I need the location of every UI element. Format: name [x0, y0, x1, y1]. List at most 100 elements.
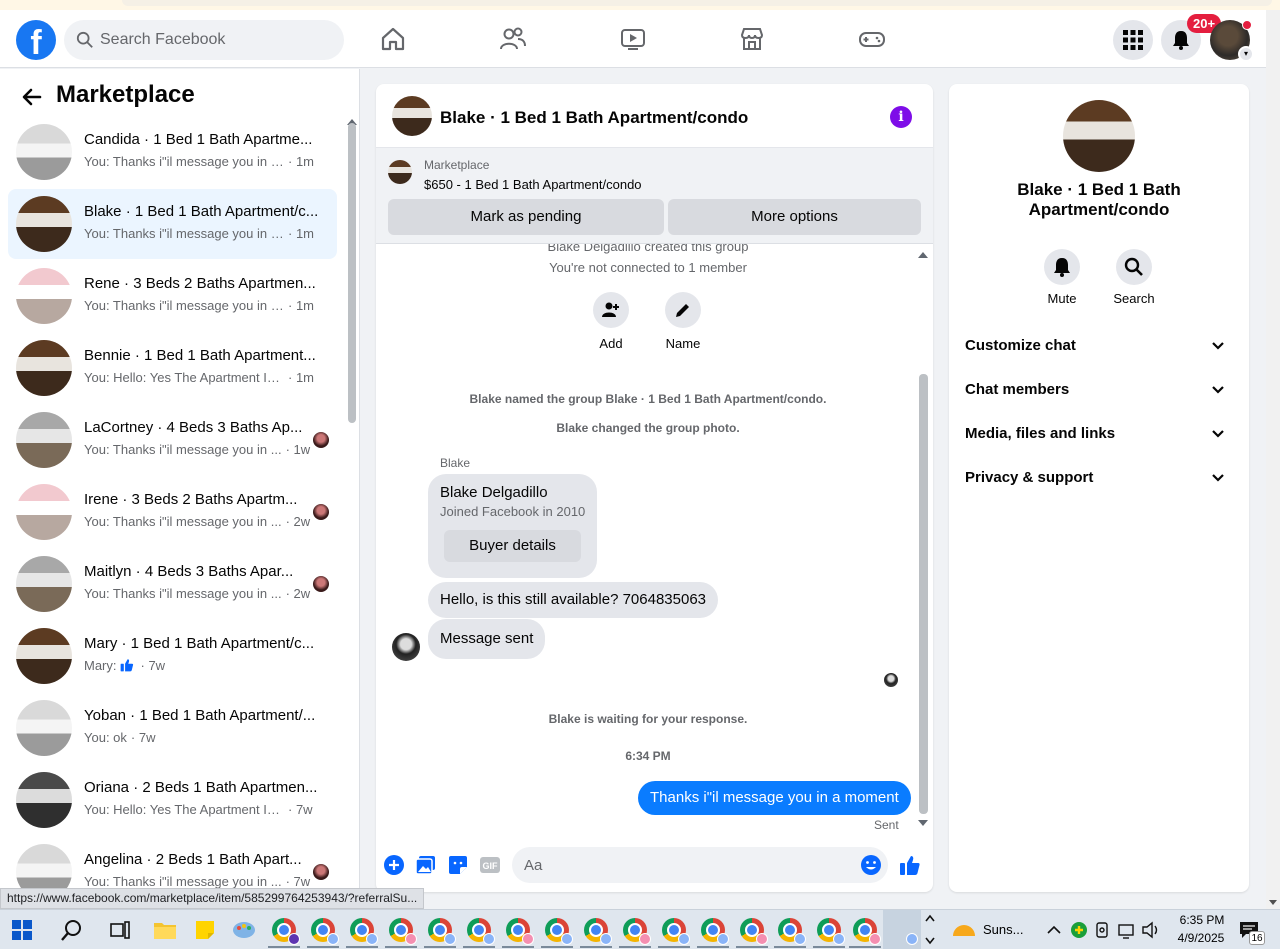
chrome-window-icon[interactable] [740, 918, 768, 945]
conversation-item[interactable]: Oriana · 2 Beds 1 Bath Apartmen... You: H… [8, 765, 337, 835]
not-connected-notice: You're not connected to 1 member [549, 260, 747, 275]
home-icon[interactable] [378, 24, 408, 54]
chat-title[interactable]: Blake · 1 Bed 1 Bath Apartment/condo [440, 108, 748, 128]
chrome-window-icon[interactable] [817, 918, 845, 945]
friends-icon[interactable] [498, 24, 528, 54]
customize-chat-section[interactable]: Customize chat [965, 330, 1233, 362]
listing-price-title[interactable]: $650 - 1 Bed 1 Bath Apartment/condo [424, 177, 642, 192]
tray-app-icon[interactable] [1070, 918, 1088, 942]
chrome-window-icon[interactable] [389, 918, 417, 945]
chrome-profile-badge [600, 933, 612, 945]
incoming-message[interactable]: Hello, is this still available? 70648350… [428, 582, 719, 618]
watch-icon[interactable] [618, 24, 648, 54]
mute-button[interactable]: Mute [1032, 249, 1092, 306]
back-arrow-icon[interactable] [20, 85, 44, 109]
conversation-item[interactable]: Mary · 1 Bed 1 Bath Apartment/c... Mary: ·… [8, 621, 337, 691]
conversation-item[interactable]: Bennie · 1 Bed 1 Bath Apartment... You: H… [8, 333, 337, 403]
taskbar-scroll-arrows[interactable] [925, 912, 935, 948]
add-member-button[interactable]: Add [581, 292, 641, 351]
group-photo[interactable] [1063, 100, 1135, 172]
chrome-window-icon[interactable] [584, 918, 612, 945]
add-person-icon [602, 302, 619, 317]
conversation-item[interactable]: Yoban · 1 Bed 1 Bath Apartment/... You: o… [8, 693, 337, 763]
volume-icon[interactable] [1141, 918, 1161, 942]
media-files-links-section[interactable]: Media, files and links [965, 418, 1233, 450]
photo-icon[interactable] [415, 854, 437, 876]
chrome-window-icon[interactable] [272, 918, 300, 945]
chrome-window-icon[interactable] [662, 918, 690, 945]
weather-text[interactable]: Suns... [983, 922, 1023, 937]
sender-avatar[interactable] [392, 633, 420, 661]
marketplace-icon[interactable] [737, 24, 767, 54]
conversation-item[interactable]: LaCortney · 4 Beds 3 Baths Ap... You: Tha… [8, 405, 337, 475]
info-icon[interactable]: i [890, 106, 912, 128]
message-input[interactable] [512, 847, 888, 883]
chrome-window-icon[interactable] [545, 918, 573, 945]
chrome-profile-badge [869, 933, 881, 945]
conversation-time: · 1m [288, 298, 314, 313]
search-in-chat-button[interactable]: Search [1104, 249, 1164, 306]
listing-thumbnail[interactable] [388, 160, 412, 184]
chat-scroll-down-arrow[interactable] [918, 820, 928, 826]
search-box[interactable] [64, 20, 344, 60]
file-explorer-icon[interactable] [153, 918, 177, 942]
chrome-window-icon[interactable] [467, 918, 495, 945]
chrome-window-icon[interactable] [623, 918, 651, 945]
conversation-item[interactable]: Blake · 1 Bed 1 Bath Apartment/c... You: … [8, 189, 337, 259]
chrome-window-icon[interactable] [350, 918, 378, 945]
network-icon[interactable] [1117, 918, 1137, 942]
clock-date[interactable]: 4/9/2025 [1170, 931, 1232, 945]
chrome-window-icon[interactable] [311, 918, 339, 945]
mark-as-pending-button[interactable]: Mark as pending [388, 199, 664, 235]
chrome-profile-badge [288, 933, 300, 945]
conversation-name: Rene · 3 Beds 2 Baths Apartmen... [84, 275, 316, 292]
windows-start-icon[interactable] [12, 920, 32, 940]
incoming-message[interactable]: Message sent [428, 619, 546, 659]
conversation-preview: You: Thanks i"il message you in a ... · 1… [84, 154, 320, 169]
scroll-down-arrow[interactable] [1269, 900, 1277, 905]
chevron-up-icon[interactable] [1046, 918, 1062, 942]
sticker-icon[interactable] [447, 854, 469, 876]
chrome-window-icon[interactable] [428, 918, 456, 945]
task-view-icon[interactable] [108, 918, 132, 942]
weather-sun-icon[interactable] [952, 918, 976, 942]
chrome-window-icon[interactable] [853, 918, 881, 945]
facebook-logo[interactable]: f [16, 20, 56, 60]
conversation-item[interactable]: Irene · 3 Beds 2 Baths Apartm... You: Tha… [8, 477, 337, 547]
more-options-button[interactable]: More options [668, 199, 921, 235]
gif-icon[interactable]: GIF [479, 854, 501, 876]
chrome-window-icon[interactable] [778, 918, 806, 945]
thumbs-up-icon[interactable] [899, 854, 921, 876]
conversation-time: · 7w [285, 874, 311, 889]
clock-time[interactable]: 6:35 PM [1174, 913, 1230, 927]
account-avatar[interactable]: ▾ [1210, 20, 1254, 62]
chrome-window-icon[interactable] [701, 918, 729, 945]
menu-button[interactable] [1113, 20, 1153, 60]
chrome-window-icon[interactable] [506, 918, 534, 945]
conversation-snippet: Mary: [84, 658, 117, 673]
conversation-snippet: You: Thanks i"il message you in a ... [84, 298, 284, 313]
chat-scrollbar[interactable] [919, 374, 928, 814]
conversation-item[interactable]: Maitlyn · 4 Beds 3 Baths Apar... You: Tha… [8, 549, 337, 619]
taskbar-search-icon[interactable] [60, 918, 84, 942]
paint-app-icon[interactable] [232, 918, 256, 942]
conversation-item[interactable]: Candida · 1 Bed 1 Bath Apartme... You: Th… [8, 117, 337, 187]
conversation-item[interactable]: Rene · 3 Beds 2 Baths Apartmen... You: Th… [8, 261, 337, 331]
gaming-icon[interactable] [857, 24, 887, 54]
search-input[interactable] [100, 20, 336, 60]
privacy-support-section[interactable]: Privacy & support [965, 462, 1233, 494]
sidebar-scrollbar[interactable] [348, 123, 356, 423]
tray-device-icon[interactable] [1094, 918, 1112, 942]
sticky-notes-icon[interactable] [193, 918, 217, 942]
plus-circle-icon[interactable] [383, 854, 405, 876]
conversation-thumbnail [16, 340, 72, 396]
seen-avatar [313, 576, 329, 592]
buyer-details-button[interactable]: Buyer details [444, 530, 581, 562]
chat-avatar[interactable] [392, 96, 432, 136]
outgoing-message[interactable]: Thanks i"il message you in a moment [638, 781, 911, 815]
chat-members-section[interactable]: Chat members [965, 374, 1233, 406]
emoji-icon[interactable] [860, 854, 882, 876]
chat-scroll-up-arrow[interactable] [918, 252, 928, 258]
page-scrollbar[interactable] [1266, 10, 1280, 909]
name-group-button[interactable]: Name [653, 292, 713, 351]
